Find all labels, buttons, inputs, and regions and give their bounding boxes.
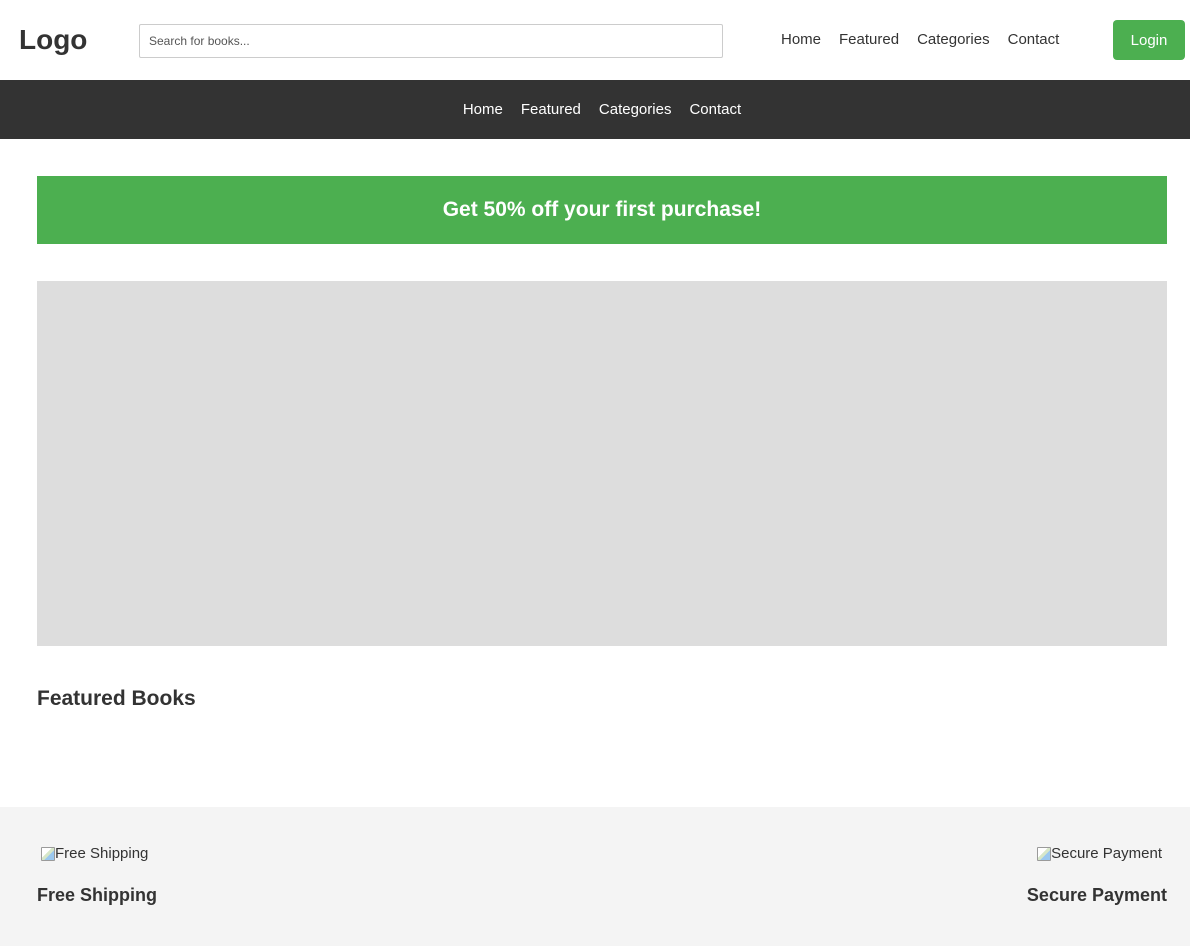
- secondary-nav-bar: Home Featured Categories Contact: [0, 80, 1190, 139]
- top-nav-home[interactable]: Home: [781, 30, 821, 50]
- login-button[interactable]: Login: [1113, 20, 1185, 60]
- secure-payment-image-alt: Secure Payment: [1051, 845, 1162, 862]
- logo[interactable]: Logo: [19, 22, 87, 58]
- free-shipping-title: Free Shipping: [37, 885, 158, 905]
- subnav-contact[interactable]: Contact: [689, 100, 741, 120]
- site-footer: Free Shipping Free Shipping Secure Payme…: [0, 807, 1190, 946]
- top-nav-contact[interactable]: Contact: [1008, 30, 1060, 50]
- subnav-home[interactable]: Home: [463, 100, 503, 120]
- subnav-categories[interactable]: Categories: [599, 100, 672, 120]
- free-shipping-image: Free Shipping: [37, 844, 148, 864]
- top-nav: Home Featured Categories Contact: [781, 30, 1059, 50]
- site-header: Logo Home Featured Categories Contact Lo…: [0, 0, 1190, 80]
- broken-image-icon: [41, 847, 55, 861]
- secure-payment-title: Secure Payment: [1026, 885, 1167, 905]
- promo-banner: Get 50% off your first purchase!: [37, 176, 1167, 244]
- secure-payment-image: Secure Payment: [1037, 844, 1167, 864]
- feature-free-shipping: Free Shipping Free Shipping: [37, 807, 157, 907]
- broken-image-icon: [1037, 847, 1052, 861]
- promo-text: Get 50% off your first purchase!: [442, 198, 762, 221]
- search-input[interactable]: [139, 24, 723, 58]
- hero-image-placeholder: [37, 281, 1167, 646]
- free-shipping-image-alt: Free Shipping: [55, 845, 149, 862]
- top-nav-featured[interactable]: Featured: [839, 30, 899, 50]
- featured-books-heading: Featured Books: [37, 687, 196, 710]
- subnav-featured[interactable]: Featured: [521, 100, 581, 120]
- top-nav-categories[interactable]: Categories: [917, 30, 990, 50]
- feature-secure-payment: Secure Payment Secure Payment: [1027, 807, 1167, 907]
